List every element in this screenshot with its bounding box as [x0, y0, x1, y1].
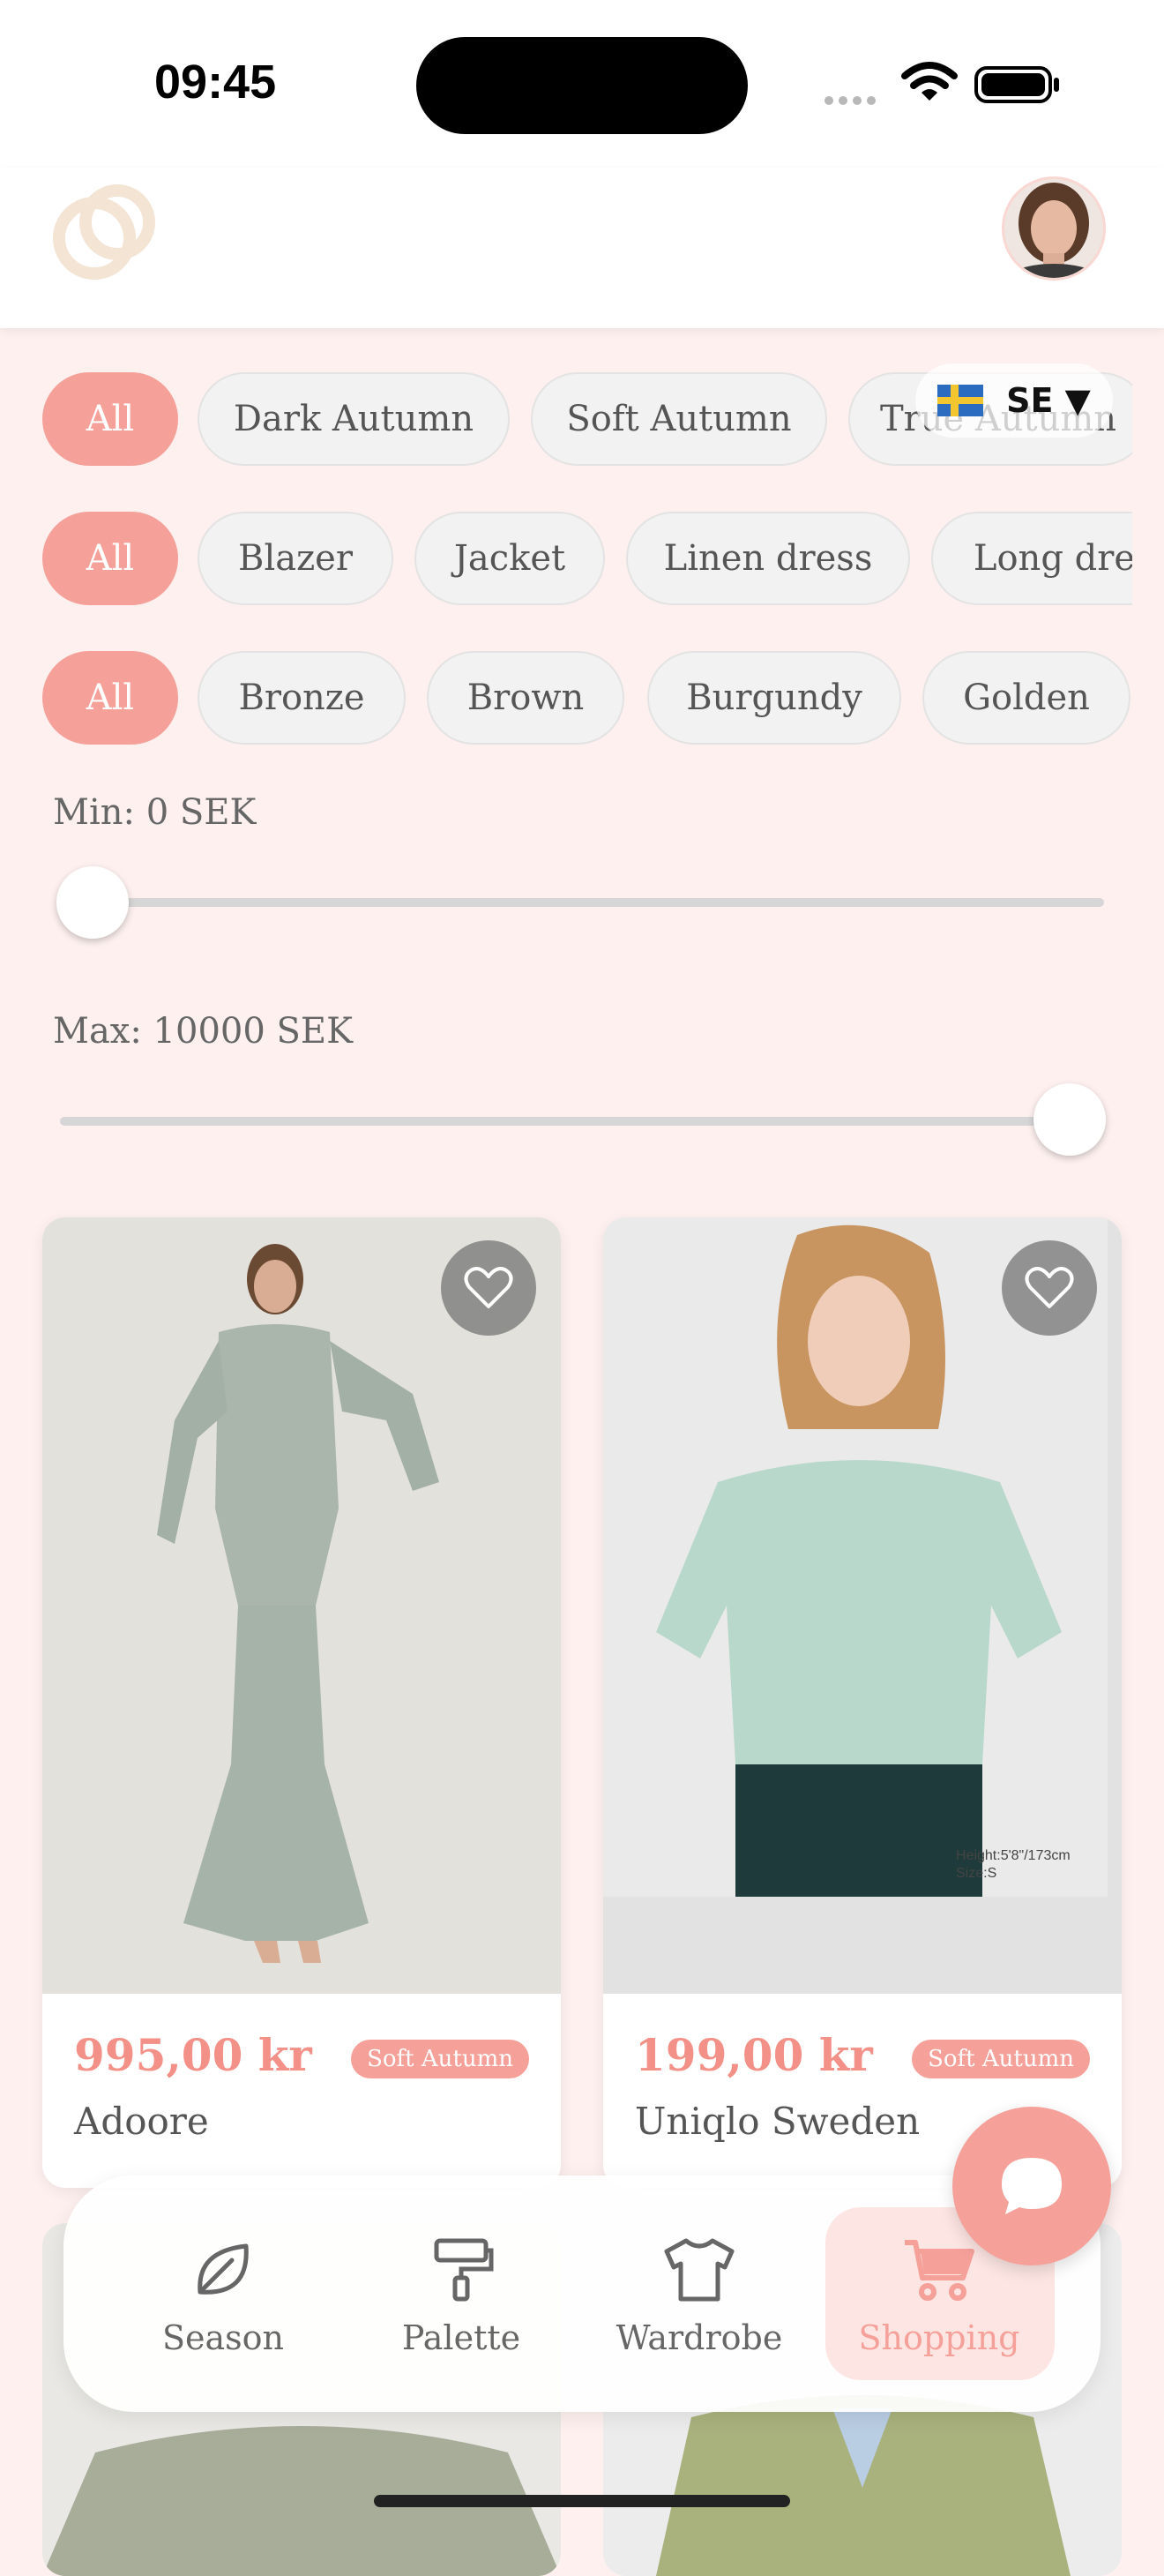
nav-label: Palette: [401, 2318, 521, 2357]
category-chip-linen-dress[interactable]: Linen dress: [626, 512, 910, 605]
color-chip-bronze[interactable]: Bronze: [198, 651, 406, 745]
language-selector[interactable]: SE ▼: [915, 363, 1113, 438]
color-chip-brown[interactable]: Brown: [427, 651, 624, 745]
category-chip-long-dress[interactable]: Long dress: [931, 512, 1132, 605]
battery-cap: [1054, 78, 1059, 92]
category-filter-row: All Blazer Jacket Linen dress Long dress: [42, 512, 1132, 609]
season-tag: Soft Autumn: [351, 2040, 529, 2078]
user-avatar[interactable]: [1002, 176, 1106, 281]
color-chip-golden[interactable]: Golden: [922, 651, 1130, 745]
color-chip-all[interactable]: All: [42, 651, 178, 745]
color-chip-burgundy[interactable]: Burgundy: [647, 651, 901, 745]
sweden-flag-icon: [937, 385, 984, 416]
category-chip-blazer[interactable]: Blazer: [198, 512, 393, 605]
category-chip-jacket[interactable]: Jacket: [414, 512, 605, 605]
battery-icon: [974, 66, 1052, 103]
dynamic-island: [416, 37, 748, 134]
season-chip-dark-autumn[interactable]: Dark Autumn: [198, 372, 510, 466]
cellular-signal-icon: [824, 92, 881, 109]
chat-bubble-icon: [1002, 2158, 1062, 2214]
nav-item-palette[interactable]: Palette: [351, 2175, 571, 2412]
color-filter-row: All Bronze Brown Burgundy Golden: [42, 651, 1132, 748]
max-price-track[interactable]: [60, 1117, 1104, 1126]
min-price-track[interactable]: [60, 898, 1104, 907]
wifi-icon: [901, 62, 958, 101]
home-indicator: [374, 2495, 790, 2507]
product-card[interactable]: 995,00 kr Soft Autumn Adoore: [42, 1217, 561, 2188]
app-logo[interactable]: [48, 176, 163, 291]
product-price: 995,00 kr: [74, 2029, 312, 2081]
heart-icon: [1025, 1267, 1074, 1308]
photo-caption-height: Height:5'8"/173cm: [956, 1848, 1071, 1863]
avatar-portrait: [1004, 179, 1103, 278]
min-price-label: Min: 0 SEK: [53, 792, 257, 833]
favorite-button[interactable]: [1002, 1240, 1097, 1336]
product-price: 199,00 kr: [635, 2029, 873, 2081]
min-price-slider-thumb[interactable]: [56, 866, 129, 939]
cart-icon: [905, 2240, 974, 2301]
app-header: [0, 168, 1164, 328]
status-bar: 09:45: [0, 0, 1164, 168]
nav-label: Season: [161, 2318, 285, 2357]
paint-roller-icon: [434, 2238, 494, 2302]
leaf-icon: [198, 2243, 249, 2295]
photo-caption-size: Size:S: [956, 1866, 996, 1881]
nav-item-wardrobe[interactable]: Wardrobe: [589, 2175, 810, 2412]
season-tag: Soft Autumn: [912, 2040, 1090, 2078]
tshirt-icon: [664, 2238, 735, 2302]
season-chip-all[interactable]: All: [42, 372, 178, 466]
chat-button[interactable]: [952, 2107, 1111, 2265]
max-price-label: Max: 10000 SEK: [53, 1011, 353, 1052]
product-card[interactable]: Height:5'8"/173cm Size:S 199,00 kr Soft …: [603, 1217, 1122, 2188]
product-brand: Adoore: [74, 2100, 209, 2143]
product-brand: Uniqlo Sweden: [635, 2100, 921, 2143]
max-price-slider-thumb[interactable]: [1033, 1083, 1106, 1156]
heart-icon: [464, 1267, 513, 1308]
nav-label: Wardrobe: [616, 2318, 783, 2357]
bottom-navigation: Season Palette Wardrobe Shopping: [63, 2175, 1101, 2412]
nav-label: Shopping: [858, 2318, 1020, 2357]
nav-item-season[interactable]: Season: [113, 2175, 333, 2412]
status-time: 09:45: [154, 56, 277, 109]
season-chip-soft-autumn[interactable]: Soft Autumn: [531, 372, 827, 466]
language-code: SE ▼: [1006, 381, 1091, 420]
category-chip-all[interactable]: All: [42, 512, 178, 605]
favorite-button[interactable]: [441, 1240, 536, 1336]
